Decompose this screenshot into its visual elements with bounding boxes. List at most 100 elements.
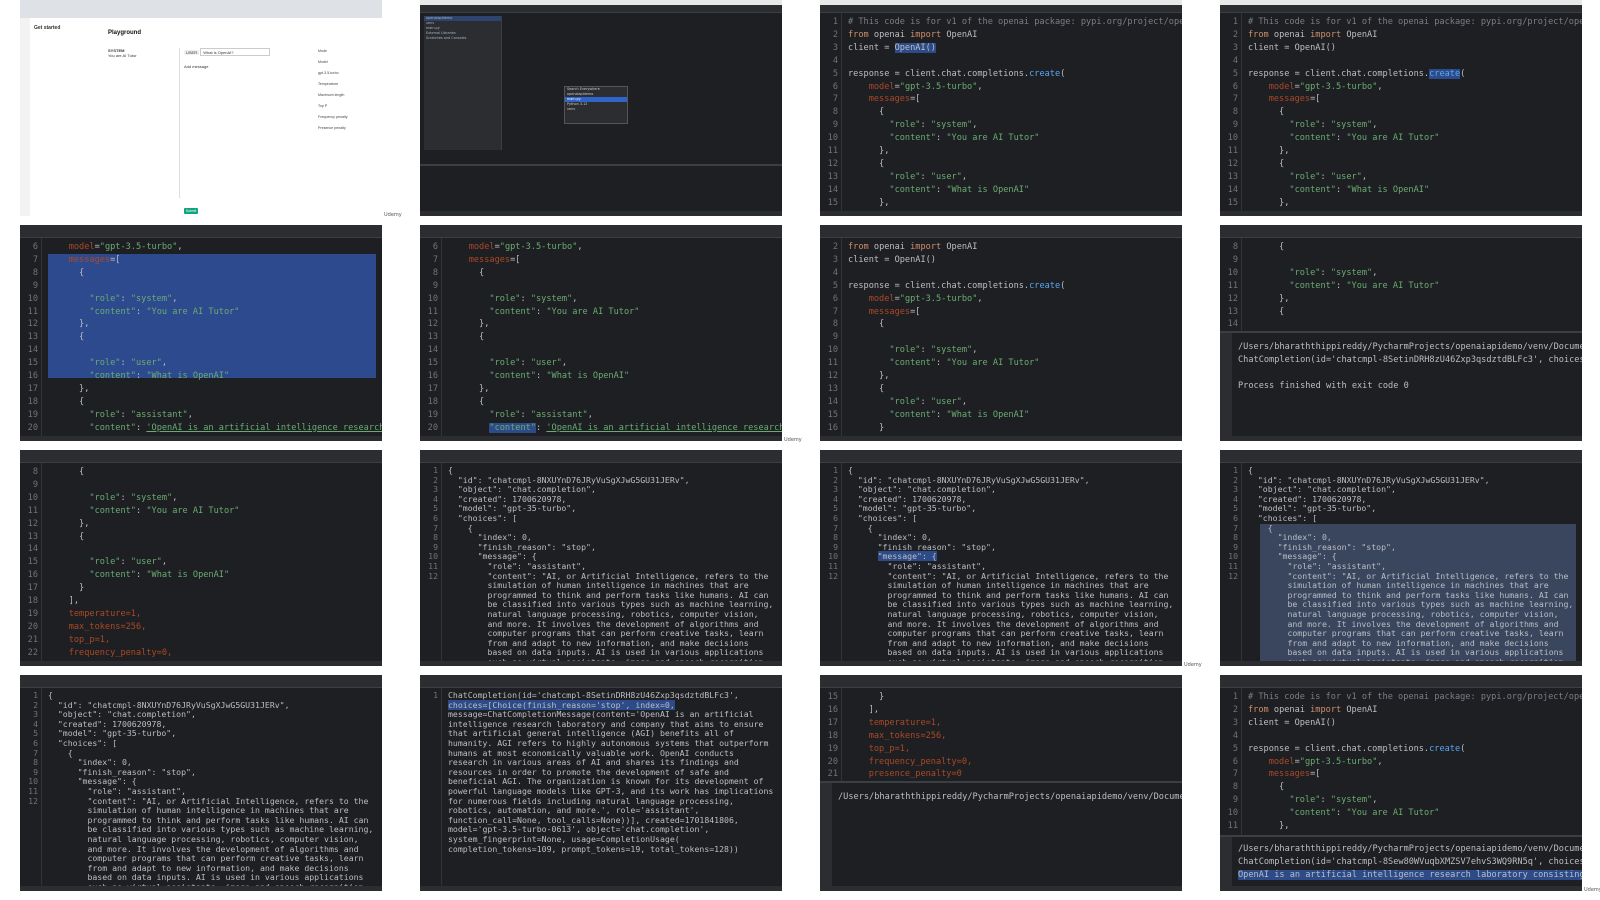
kw-from: from [848,29,869,40]
run-toolbar[interactable] [1220,333,1232,436]
toolbar[interactable] [420,680,782,688]
content-key: "content" [89,505,136,516]
param-frequency: frequency_penalty=0, [868,756,973,767]
kw-import: import [910,242,942,252]
system-content: "You are AI Tutor" [946,133,1040,144]
toolbar[interactable] [20,680,382,688]
response-line: response = client.chat.completions. [1248,68,1430,79]
run-panel[interactable]: /Users/bharaththippireddy/PycharmProject… [820,781,1182,886]
submit-button[interactable]: Submit [184,208,198,214]
project-tree[interactable]: openaiapidemo venv main.py External Libr… [424,16,502,150]
run-toolbar[interactable] [820,783,832,886]
content-key: "content" [889,184,936,195]
system-panel[interactable]: SYSTEM You are AI Tutor [108,48,180,198]
add-message-button[interactable]: Add message [184,64,314,69]
toolbar[interactable] [420,5,782,13]
user-message: USER What is OpenAI? Add message [184,48,314,69]
json-message-highlighted[interactable]: "message": { [877,551,937,562]
model-val: "gpt-3.5-turbo" [899,293,978,304]
model-select[interactable]: gpt-3.5-turbo [318,68,378,79]
content-key-highlighted[interactable]: "content" [489,422,536,433]
import-name: OpenAI [946,242,978,252]
toolbar[interactable] [820,680,1182,688]
editor-code[interactable]: # This code is for v1 of the openai pack… [1248,16,1582,210]
search-popup[interactable]: Search Everywhere openaiapidemo main.py … [564,86,628,124]
role-key: "role" [1289,267,1321,278]
toolbar[interactable] [420,455,782,463]
toolbar[interactable] [1220,680,1582,688]
model-key: model [68,242,95,252]
system-role: "system" [930,345,973,356]
system-role: "system" [130,293,173,304]
run-line: ChatCompletion(id='chatcmpl-8Sew80WVuqbX… [1238,856,1582,867]
json-code[interactable]: { "id": "chatcmpl-8NXUYnD76JRyVuSgXJwG5G… [848,465,1176,666]
json-code[interactable]: { "id": "chatcmpl-8NXUYnD76JRyVuSgXJwG5G… [448,465,776,666]
toolbar[interactable] [1220,455,1582,463]
param-top-p: top_p=1, [868,743,911,754]
toolbar[interactable] [1220,230,1582,238]
run-output-text: /Users/bharaththippireddy/PycharmProject… [838,791,1182,804]
json-code[interactable]: { "id": "chatcmpl-8NXUYnD76JRyVuSgXJwG5G… [1248,465,1576,666]
role-key: "role" [889,171,921,182]
json-id: "id": "chatcmpl-8NXUYnD76JRyVuSgXJwG5GU3… [857,474,1090,485]
editor-code[interactable]: model="gpt-3.5-turbo", messages=[ { "rol… [448,241,782,441]
editor-code[interactable]: from openai import OpenAI client = OpenA… [848,241,1176,441]
system-role: "system" [530,293,573,304]
json-code[interactable]: { "id": "chatcmpl-8NXUYnD76JRyVuSgXJwG5G… [48,690,376,891]
role-key: "role" [89,293,121,304]
user-role[interactable]: USER [184,50,200,55]
toolbar[interactable] [420,230,782,238]
dump-code[interactable]: ChatCompletion(id='chatcmpl-8SetinDRH8zU… [448,690,776,854]
json-content: natural language processing, robotics, c… [1287,608,1559,619]
run-toolbar[interactable] [1220,837,1232,886]
toolbar[interactable] [820,230,1182,238]
toolbar[interactable] [1220,5,1582,13]
content-key: "content" [489,306,536,317]
dump-line: model='gpt-3.5-turbo-0613', object='chat… [448,824,710,835]
json-created: "created": 1700620978, [1257,493,1367,504]
line-numbers: 1 [433,690,438,700]
presence-label[interactable]: Presence penalty [318,123,378,134]
top-p-label[interactable]: Top P [318,101,378,112]
max-tokens-label[interactable]: Maximum length [318,90,378,101]
create-call[interactable]: create [1429,68,1461,79]
model-val: "gpt-3.5-turbo" [99,242,178,252]
editor-code[interactable]: # This code is for v1 of the openai pack… [1248,691,1582,833]
client-call[interactable]: OpenAI() [894,42,936,53]
tree-item-scratches[interactable]: Scratches and Consoles [424,36,501,41]
editor-code[interactable]: { "role": "system", "content": "You are … [48,466,376,666]
editor-code[interactable]: # This code is for v1 of the openai pack… [848,16,1182,210]
statusbar [1220,886,1582,891]
toolbar[interactable] [820,5,1182,13]
system-role: "system" [1330,120,1373,131]
messages-key: messages [868,306,911,317]
popup-item[interactable]: venv [565,107,627,112]
run-line-selected[interactable]: OpenAI is an artificial intelligence res… [1238,869,1582,880]
run-panel[interactable]: /Users/bharaththippireddy/PycharmProject… [1220,835,1582,886]
json-role: "role": "assistant", [1287,560,1387,571]
toolbar[interactable] [820,455,1182,463]
user-input[interactable]: What is OpenAI? [200,48,271,56]
param-max-tokens: max_tokens=256, [68,621,147,632]
editor-code[interactable]: } ], temperature=1, max_tokens=256, top_… [848,691,1176,781]
line-numbers: 2 3 4 5 6 7 8 9 10 11 12 13 14 15 16 [827,242,838,433]
browser-tab-bar[interactable] [20,0,382,18]
system-value[interactable]: You are AI Tutor [108,53,179,58]
client-assign: client = [848,42,895,53]
line-numbers: 6 7 8 9 10 11 12 13 14 15 16 17 18 19 20 [427,242,438,433]
toolbar[interactable] [20,230,382,238]
statusbar [420,211,782,216]
json-object: "object": "chat.completion", [57,709,196,720]
import-name: OpenAI [1346,29,1378,40]
line-numbers: 1 2 3 4 5 6 7 8 9 10 11 12 [28,690,38,806]
toolbar[interactable] [20,455,382,463]
run-panel[interactable]: /Users/bharaththippireddy/PycharmProject… [1220,331,1582,436]
temperature-label[interactable]: Temperature [318,79,378,90]
editor-code[interactable]: model="gpt-3.5-turbo", messages=[ { "rol… [48,241,382,441]
json-object: "object": "chat.completion", [457,484,596,495]
role-key: "role" [489,358,521,369]
statusbar [20,886,382,891]
terminal-panel[interactable] [420,164,782,211]
frequency-label[interactable]: Frequency penalty [318,112,378,123]
dump-line: message=ChatCompletionMessage(content='O… [448,709,754,720]
